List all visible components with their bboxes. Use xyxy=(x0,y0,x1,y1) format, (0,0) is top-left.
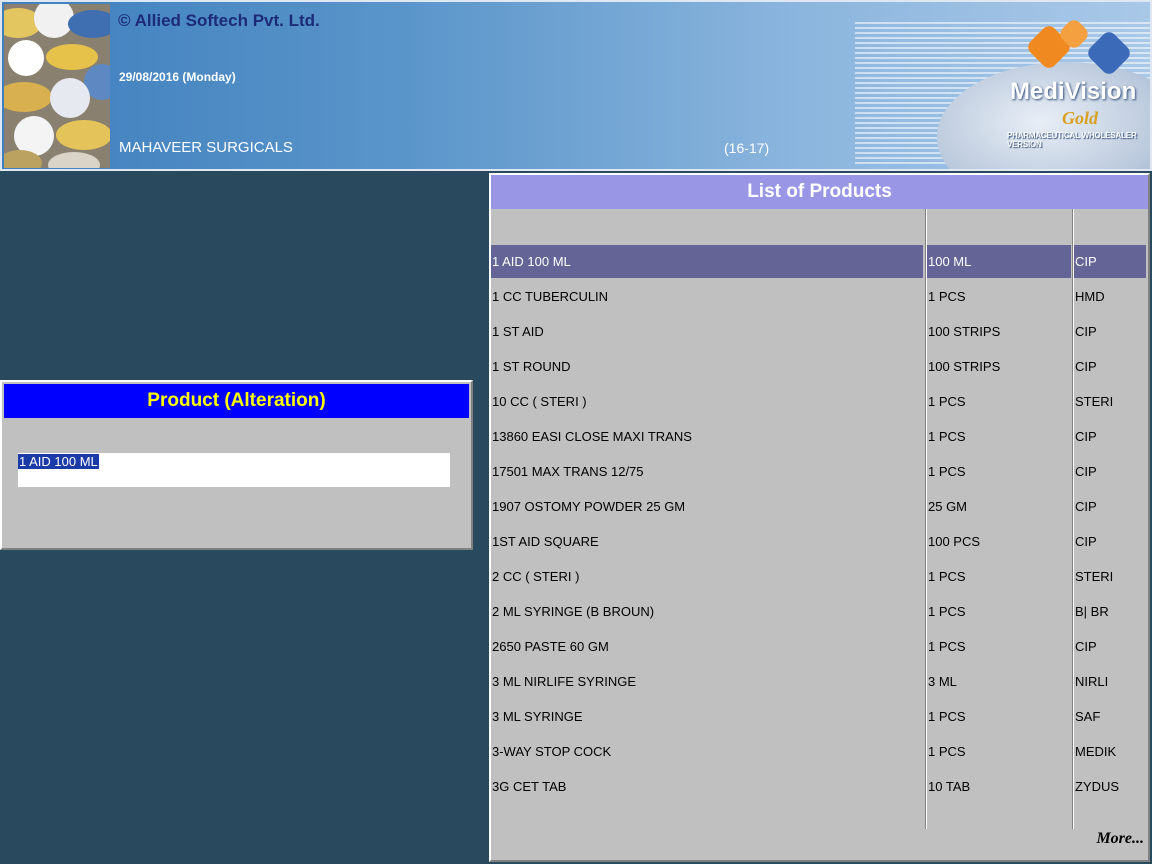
pack-cell: 1 PCS xyxy=(928,289,966,304)
table-row[interactable]: 2 CC ( STERI ) 1 PCS STERI xyxy=(491,560,1148,593)
table-row[interactable]: 17501 MAX TRANS 12/75 1 PCS CIP xyxy=(491,455,1148,488)
company-cell: CIP xyxy=(1075,429,1097,444)
company-cell: ZYDUS xyxy=(1075,779,1120,794)
product-alteration-dialog: Product (Alteration) 1 AID 100 ML xyxy=(0,380,473,550)
product-name-cell: 17501 MAX TRANS 12/75 xyxy=(492,464,644,479)
company-cell: CIP xyxy=(1075,324,1097,339)
company-cell: SAF xyxy=(1075,709,1101,724)
product-name-cell: 2650 PASTE 60 GM xyxy=(492,639,609,654)
company-cell: STERI xyxy=(1075,394,1114,409)
company-cell: CIP xyxy=(1075,534,1097,549)
table-row[interactable]: 1 ST ROUND 100 STRIPS CIP xyxy=(491,350,1148,383)
pack-cell: 10 TAB xyxy=(928,779,971,794)
pack-cell: 100 STRIPS xyxy=(928,324,1001,339)
company-cell: CIP xyxy=(1075,464,1097,479)
copyright-text: © Allied Softech Pvt. Ltd. xyxy=(118,11,320,30)
company-cell: STERI xyxy=(1075,569,1114,584)
product-name-cell: 3 ML SYRINGE xyxy=(492,709,583,724)
company-cell: CIP xyxy=(1075,639,1097,654)
company-cell: B| BR xyxy=(1075,604,1109,619)
product-name-cell: 1 AID 100 ML xyxy=(491,245,923,278)
company-name: MAHAVEER SURGICALS xyxy=(119,139,293,156)
financial-year: (16-17) xyxy=(724,140,770,156)
list-title: List of Products xyxy=(491,175,1148,209)
table-row[interactable]: 1 AID 100 ML 100 ML CIP xyxy=(491,245,1148,278)
table-row[interactable]: 13860 EASI CLOSE MAXI TRANS 1 PCS CIP xyxy=(491,420,1148,453)
pack-cell: 1 PCS xyxy=(928,639,966,654)
product-name-cell: 3 ML NIRLIFE SYRINGE xyxy=(492,674,636,689)
table-row[interactable]: 3 ML SYRINGE 1 PCS SAF xyxy=(491,700,1148,733)
table-row[interactable]: 1 CC TUBERCULIN 1 PCS HMD xyxy=(491,280,1148,313)
logo-subtitle: PHARMACEUTICAL WHOLESALER VERSION xyxy=(1007,131,1137,149)
header-banner: © Allied Softech Pvt. Ltd. 29/08/2016 (M… xyxy=(0,0,1152,171)
pack-cell: 1 PCS xyxy=(928,604,966,619)
product-name-cell: 2 ML SYRINGE (B BROUN) xyxy=(492,604,655,619)
product-list-panel: List of Products 1 AID 100 ML 100 ML CIP 1 … xyxy=(489,173,1150,862)
table-row[interactable]: 1ST AID SQUARE 100 PCS CIP xyxy=(491,525,1148,558)
table-row[interactable]: 1 ST AID 100 STRIPS CIP xyxy=(491,315,1148,348)
pack-cell: 1 PCS xyxy=(928,744,966,759)
pack-cell: 1 PCS xyxy=(928,394,966,409)
pack-cell: 1 PCS xyxy=(928,569,966,584)
product-name-cell: 1 ST AID xyxy=(492,324,544,339)
pack-cell: 1 PCS xyxy=(928,709,966,724)
date-text: 29/08/2016 (Monday) xyxy=(119,70,236,84)
table-row[interactable]: 10 CC ( STERI ) 1 PCS STERI xyxy=(491,385,1148,418)
company-cell: CIP xyxy=(1075,359,1097,374)
product-name-cell: 10 CC ( STERI ) xyxy=(492,394,587,409)
pack-cell: 3 ML xyxy=(928,674,957,689)
company-cell: MEDIK xyxy=(1075,744,1117,759)
table-row[interactable]: 3 ML NIRLIFE SYRINGE 3 ML NIRLI xyxy=(491,665,1148,698)
pack-cell: 100 PCS xyxy=(928,534,981,549)
product-name-input[interactable]: 1 AID 100 ML xyxy=(18,453,450,487)
dialog-title: Product (Alteration) xyxy=(4,384,469,418)
product-name-cell: 3-WAY STOP COCK xyxy=(492,744,612,759)
pack-cell: 25 GM xyxy=(928,499,968,514)
pack-cell: 100 ML xyxy=(927,245,1071,278)
logo-edition: Gold xyxy=(1062,108,1098,128)
company-cell: CIP xyxy=(1074,245,1146,278)
pack-cell: 1 PCS xyxy=(928,429,966,444)
pack-cell: 1 PCS xyxy=(928,464,966,479)
product-name-cell: 1ST AID SQUARE xyxy=(492,534,599,549)
more-link[interactable]: More... xyxy=(1096,830,1144,848)
product-name-cell: 13860 EASI CLOSE MAXI TRANS xyxy=(492,429,692,444)
table-row[interactable]: 3-WAY STOP COCK 1 PCS MEDIK xyxy=(491,735,1148,768)
table-row[interactable]: 2650 PASTE 60 GM 1 PCS CIP xyxy=(491,630,1148,663)
company-cell: HMD xyxy=(1075,289,1105,304)
table-row[interactable]: 2 ML SYRINGE (B BROUN) 1 PCS B| BR xyxy=(491,595,1148,628)
pills-image xyxy=(4,4,110,168)
product-name-cell: 1907 OSTOMY POWDER 25 GM xyxy=(492,499,686,514)
product-name-cell: 1 ST ROUND xyxy=(492,359,571,374)
company-cell: CIP xyxy=(1075,499,1097,514)
pack-cell: 100 STRIPS xyxy=(928,359,1001,374)
logo-name: MediVision xyxy=(1010,78,1137,105)
product-name-cell: 1 CC TUBERCULIN xyxy=(492,289,609,304)
table-row[interactable]: 3G CET TAB 10 TAB ZYDUS xyxy=(491,770,1148,803)
company-cell: NIRLI xyxy=(1075,674,1109,689)
product-name-cell: 2 CC ( STERI ) xyxy=(492,569,580,584)
product-name-input-value[interactable]: 1 AID 100 ML xyxy=(18,454,99,469)
product-name-cell: 3G CET TAB xyxy=(492,779,567,794)
table-row[interactable]: 1907 OSTOMY POWDER 25 GM 25 GM CIP xyxy=(491,490,1148,523)
